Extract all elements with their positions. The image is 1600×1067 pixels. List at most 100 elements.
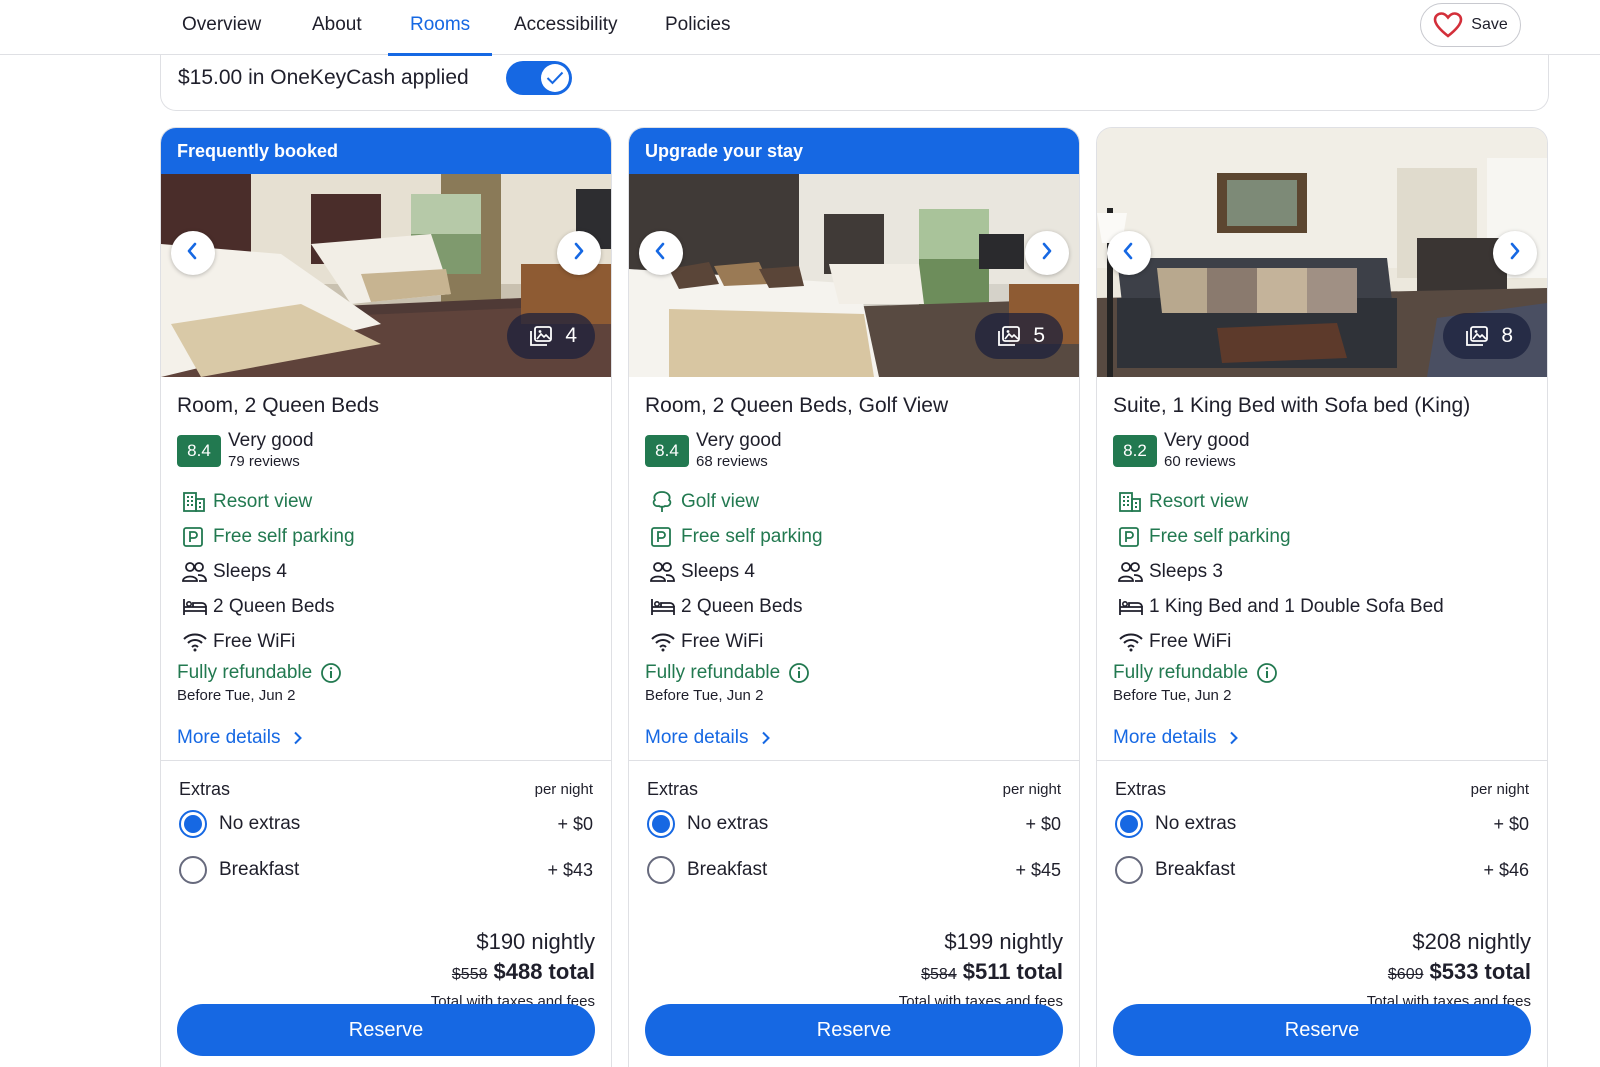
feature-list: Resort view Free self parking Sleeps 3 1… (1113, 484, 1531, 659)
more-details-link[interactable]: More details (177, 725, 595, 751)
original-total: $558 (451, 966, 488, 983)
next-photo-button[interactable] (1025, 231, 1069, 275)
chevron-left-icon (1119, 240, 1139, 267)
chevron-right-icon (293, 731, 302, 745)
chevron-left-icon (651, 240, 671, 267)
chevron-right-icon (761, 731, 770, 745)
previous-photo-button[interactable] (639, 231, 683, 275)
chevron-right-icon (1505, 240, 1525, 267)
feature-label: Resort view (1149, 490, 1249, 512)
heart-icon (1433, 12, 1463, 38)
extras-option-price: + $0 (557, 813, 593, 834)
refund-deadline: Before Tue, Jun 2 (1113, 687, 1232, 704)
feature-label: Free self parking (213, 525, 355, 547)
extras-option-price: + $43 (547, 859, 593, 880)
next-photo-button[interactable] (557, 231, 601, 275)
more-details-link[interactable]: More details (1113, 725, 1531, 751)
gallery-icon (530, 326, 553, 346)
discounted-total: $488 total (493, 959, 596, 984)
feature-label: Free WiFi (213, 630, 296, 652)
room-card: Frequently booked 4 Room, 2 Queen Beds 8… (160, 127, 612, 1067)
total-price: $609 $533 total (1097, 959, 1531, 989)
parking-icon (1113, 526, 1149, 548)
extras-option-breakfast-radio[interactable]: Breakfast (179, 856, 299, 884)
toggle-knob (541, 64, 569, 92)
top-nav: Overview About Rooms Accessibility Polic… (0, 0, 1600, 56)
review-count: 60 reviews (1164, 453, 1236, 470)
card-banner: Frequently booked (161, 128, 611, 174)
parking-icon (177, 526, 213, 548)
onekeycash-bar: $15.00 in OneKeyCash applied (160, 54, 1549, 111)
tab-overview[interactable]: Overview (160, 0, 283, 55)
radio-button[interactable] (1115, 856, 1143, 884)
room-photo[interactable]: 4 (161, 174, 611, 377)
people-icon (1113, 561, 1149, 583)
building-icon (177, 491, 213, 513)
extras-option-breakfast-radio[interactable]: Breakfast (647, 856, 767, 884)
extras-option-none-radio[interactable]: No extras (1115, 810, 1236, 838)
refund-label: Fully refundable (177, 662, 313, 683)
previous-photo-button[interactable] (171, 231, 215, 275)
extras-option-label: No extras (1155, 813, 1237, 834)
room-title: Room, 2 Queen Beds (177, 394, 379, 417)
extras-option-label: Breakfast (1155, 859, 1236, 880)
refund-deadline: Before Tue, Jun 2 (177, 687, 296, 704)
save-button[interactable]: Save (1420, 3, 1521, 47)
previous-photo-button[interactable] (1107, 231, 1151, 275)
rating-score: 8.2 (1113, 435, 1157, 467)
tab-policies[interactable]: Policies (643, 0, 752, 55)
feature-list: Golf view Free self parking Sleeps 4 2 Q… (645, 484, 1063, 659)
feature-label: Free self parking (681, 525, 823, 547)
feature-item: Free WiFi (645, 624, 1063, 659)
feature-item: 2 Queen Beds (177, 589, 595, 624)
feature-item: Free WiFi (177, 624, 595, 659)
radio-button[interactable] (1115, 810, 1143, 838)
radio-button[interactable] (647, 856, 675, 884)
reserve-button[interactable]: Reserve (1113, 1004, 1531, 1056)
reserve-button[interactable]: Reserve (177, 1004, 595, 1056)
radio-button[interactable] (647, 810, 675, 838)
rating-score: 8.4 (645, 435, 689, 467)
next-photo-button[interactable] (1493, 231, 1537, 275)
info-icon[interactable] (1256, 662, 1278, 684)
reserve-button[interactable]: Reserve (645, 1004, 1063, 1056)
more-details-link[interactable]: More details (645, 725, 1063, 751)
extras-option-none-radio[interactable]: No extras (179, 810, 300, 838)
feature-item: 2 Queen Beds (645, 589, 1063, 624)
rating-score: 8.4 (177, 435, 221, 467)
feature-item: Resort view (177, 484, 595, 519)
photo-count: 8 (1501, 324, 1513, 347)
photo-gallery-button[interactable]: 8 (1443, 313, 1531, 359)
onekeycash-toggle[interactable] (506, 61, 572, 95)
rating-label: Very good (1164, 430, 1250, 451)
card-body: Room, 2 Queen Beds, Golf View 8.4 Very g… (629, 394, 1079, 761)
check-icon (546, 71, 564, 85)
info-icon[interactable] (788, 662, 810, 684)
room-photo[interactable]: 5 (629, 174, 1079, 377)
radio-button[interactable] (179, 856, 207, 884)
extras-option-label: No extras (219, 813, 301, 834)
extras-option-none-radio[interactable]: No extras (647, 810, 768, 838)
per-night-label: per night (1002, 780, 1061, 798)
review-count: 79 reviews (228, 453, 300, 470)
radio-button[interactable] (179, 810, 207, 838)
photo-gallery-button[interactable]: 4 (507, 313, 595, 359)
extras-title: Extras (647, 778, 699, 799)
tab-accessibility[interactable]: Accessibility (492, 0, 639, 55)
extras-option-breakfast-radio[interactable]: Breakfast (1115, 856, 1235, 884)
photo-gallery-button[interactable]: 5 (975, 313, 1063, 359)
tab-about[interactable]: About (290, 0, 384, 55)
gallery-icon (1466, 326, 1489, 346)
tab-rooms[interactable]: Rooms (388, 0, 492, 56)
room-photo[interactable]: 8 (1097, 128, 1547, 377)
building-icon (1113, 491, 1149, 513)
feature-item: Resort view (1113, 484, 1531, 519)
nightly-price: $208 nightly (1412, 929, 1531, 954)
info-icon[interactable] (320, 662, 342, 684)
gallery-icon (998, 326, 1021, 346)
refund-status: Fully refundable (645, 661, 1063, 685)
per-night-label: per night (534, 780, 593, 798)
extras-title: Extras (1115, 778, 1167, 799)
extras-option: Breakfast + $46 (1115, 847, 1529, 893)
review-count: 68 reviews (696, 453, 768, 470)
